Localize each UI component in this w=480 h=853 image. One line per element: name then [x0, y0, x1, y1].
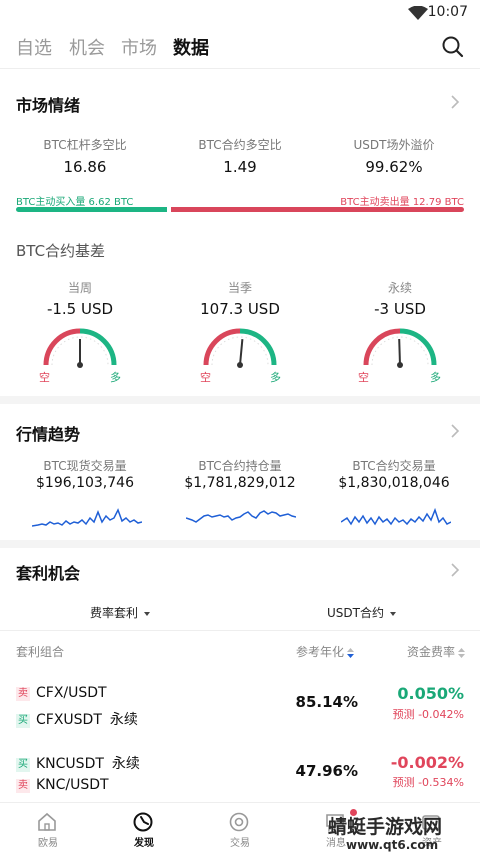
basis-gauge-weekly	[43, 328, 117, 368]
buy-tag: 买	[16, 714, 30, 728]
trend-label: BTC合约交易量	[352, 459, 436, 473]
home-icon	[38, 812, 56, 831]
basis-title: BTC合约基差	[16, 242, 106, 260]
status-bar: 10:07	[0, 0, 480, 26]
gauge-long-label: 多	[110, 371, 121, 384]
section-divider	[0, 396, 480, 404]
table-divider	[0, 630, 480, 631]
pair-leg: 买 CFXUSDT 永续	[16, 709, 138, 729]
status-time: 10:07	[427, 4, 468, 20]
site-watermark: 蜻蜓手游戏网 www.qt6.com	[328, 812, 478, 852]
sell-volume-bar	[171, 207, 464, 212]
predicted-rate: 预测 -0.534%	[392, 776, 464, 789]
funding-rate: 0.050%	[397, 684, 464, 703]
sell-tag: 卖	[16, 687, 30, 701]
gauge-long-label: 多	[430, 371, 441, 384]
column-header-funding-rate[interactable]: 资金费率	[407, 643, 466, 660]
gauge-label: 当季	[227, 281, 252, 295]
trade-icon	[229, 812, 249, 832]
sparkline-spot-volume	[32, 508, 142, 527]
sparkline-open-interest	[186, 510, 296, 523]
gauge-label: 永续	[387, 281, 412, 295]
gauge-value: -3 USD	[374, 300, 426, 318]
stat-value: 99.62%	[365, 158, 423, 176]
funding-arbitrage-dropdown[interactable]: 费率套利	[90, 604, 151, 621]
gauge-value: 107.3 USD	[200, 300, 280, 318]
column-label: 资金费率	[407, 645, 456, 659]
top-tabs: 自选 机会 市场 数据	[0, 30, 480, 66]
section-divider	[0, 540, 480, 548]
buy-tag: 买	[16, 758, 30, 772]
chevron-right-icon[interactable]	[450, 562, 460, 578]
caret-down-icon	[389, 611, 396, 616]
tab-opportunities[interactable]: 机会	[69, 34, 105, 60]
pair-name: CFXUSDT	[36, 712, 102, 728]
stat-label: USDT场外溢价	[353, 138, 435, 152]
stat-label: BTC杠杆多空比	[43, 138, 127, 152]
tab-favorites[interactable]: 自选	[16, 34, 52, 60]
gauge-label: 当周	[67, 281, 92, 295]
nav-item-trade[interactable]: 交易	[192, 803, 288, 853]
column-header-pair: 套利组合	[16, 645, 65, 659]
trend-value: $1,781,829,012	[184, 475, 296, 491]
header-divider	[0, 68, 480, 69]
contract-type-dropdown[interactable]: USDT合约	[327, 604, 396, 621]
basis-gauge-perpetual	[363, 328, 437, 368]
gauge-short-label: 空	[200, 371, 211, 384]
trend-label: BTC现货交易量	[43, 459, 127, 473]
basis-gauge-quarterly	[203, 328, 277, 368]
gauge-long-label: 多	[270, 371, 281, 384]
annualized-return: 47.96%	[295, 762, 358, 780]
gauge-short-label: 空	[39, 371, 50, 384]
column-label: 参考年化	[296, 645, 345, 659]
wifi-icon	[408, 6, 428, 20]
caret-down-icon	[144, 611, 151, 616]
pair-suffix: 永续	[109, 712, 138, 728]
pair-name: CFX/USDT	[36, 685, 107, 701]
trend-label: BTC合约持仓量	[198, 459, 282, 473]
sparkline-contract-volume	[341, 507, 451, 526]
nav-label: 发现	[134, 838, 154, 849]
gauge-value: -1.5 USD	[46, 300, 114, 318]
dropdown-label: 费率套利	[90, 606, 139, 620]
pair-name: KNCUSDT	[36, 756, 104, 772]
pair-leg: 卖 KNC/USDT	[16, 777, 117, 793]
funding-rate: -0.002%	[390, 753, 464, 772]
nav-item-okx[interactable]: 欧易	[0, 803, 96, 853]
sort-icon	[458, 647, 466, 658]
annualized-return: 85.14%	[295, 693, 358, 711]
tab-markets[interactable]: 市场	[121, 34, 157, 60]
trend-value: $196,103,746	[36, 475, 134, 491]
section-title-sentiment: 市场情绪	[16, 96, 81, 115]
pair-suffix: 永续	[111, 756, 140, 772]
nav-item-discover[interactable]: 发现	[96, 803, 192, 853]
sort-icon	[347, 647, 355, 658]
discover-icon	[133, 812, 153, 832]
tab-data[interactable]: 数据	[173, 34, 209, 60]
dropdown-label: USDT合约	[327, 606, 384, 620]
predicted-rate: 预测 -0.042%	[392, 708, 464, 721]
search-icon[interactable]	[440, 34, 466, 60]
nav-label: 交易	[230, 838, 250, 849]
watermark-sub: www.qt6.com	[346, 838, 439, 852]
nav-label: 欧易	[38, 838, 58, 849]
pair-leg: 买 KNCUSDT 永续	[16, 753, 140, 773]
sell-tag: 卖	[16, 779, 30, 793]
buy-volume-label: BTC主动买入量 6.62 BTC	[16, 197, 134, 208]
column-header-annualized[interactable]: 参考年化	[296, 643, 355, 660]
stat-value: 1.49	[223, 158, 257, 176]
section-title-arbitrage: 套利机会	[16, 564, 81, 583]
pair-leg: 卖 CFX/USDT	[16, 685, 115, 701]
trend-value: $1,830,018,046	[338, 475, 450, 491]
sell-volume-label: BTC主动卖出量 12.79 BTC	[340, 197, 464, 208]
chevron-right-icon[interactable]	[450, 94, 460, 110]
stat-label: BTC合约多空比	[198, 138, 282, 152]
stat-value: 16.86	[63, 158, 107, 176]
watermark-main: 蜻蜓手游戏网	[328, 816, 443, 838]
gauge-short-label: 空	[358, 371, 369, 384]
section-title-trend: 行情趋势	[16, 425, 81, 444]
chevron-right-icon[interactable]	[450, 423, 460, 439]
pair-name: KNC/USDT	[36, 777, 109, 793]
buy-volume-bar	[16, 207, 167, 212]
